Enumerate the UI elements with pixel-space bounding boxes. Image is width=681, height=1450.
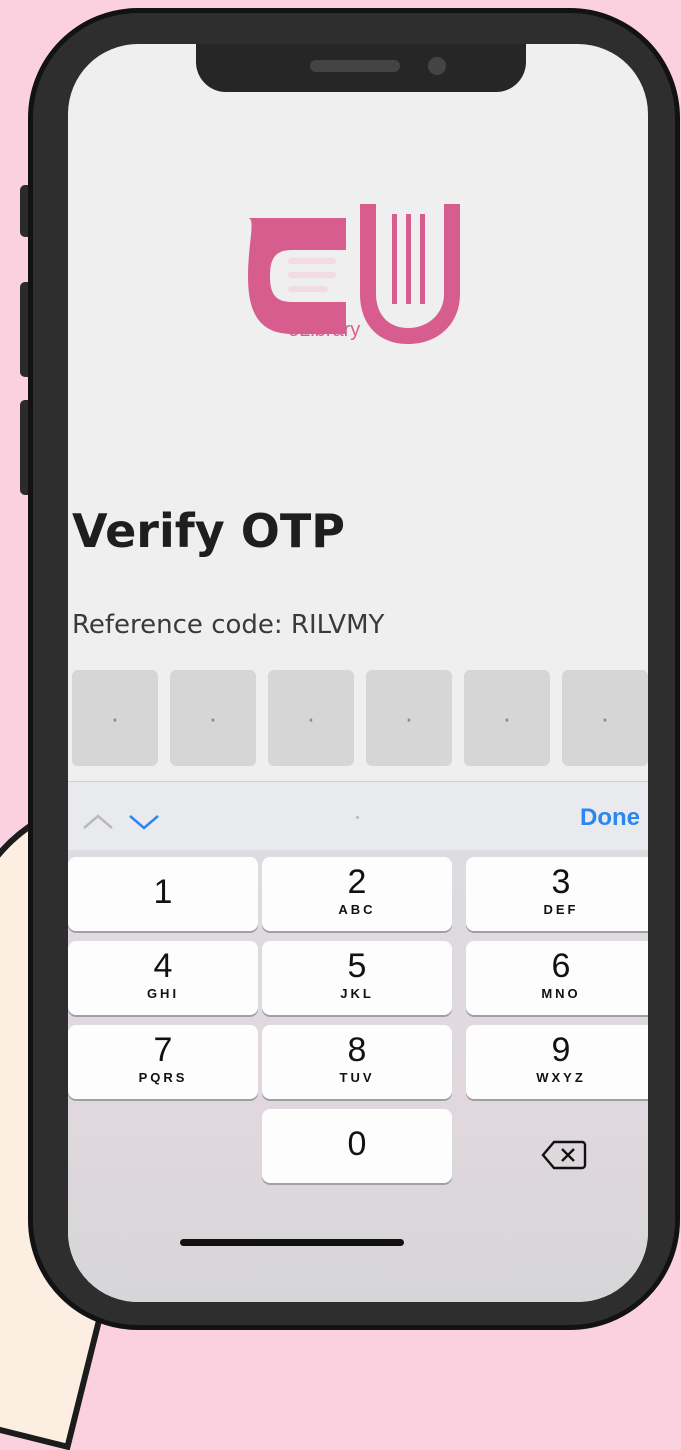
key-5[interactable]: 5 JKL [262, 941, 452, 1015]
key-9[interactable]: 9 WXYZ [466, 1025, 648, 1099]
reference-code-line: Reference code: RILVMY [72, 610, 384, 640]
chevron-up-icon[interactable] [80, 810, 116, 832]
key-4-letters: GHI [146, 986, 180, 1001]
key-2-number: 2 [347, 863, 367, 901]
key-7[interactable]: 7 PQRS [68, 1025, 258, 1099]
key-0-number: 0 [347, 1125, 367, 1163]
key-5-letters: JKL [340, 986, 374, 1001]
chevron-down-icon[interactable] [126, 810, 162, 832]
key-6[interactable]: 6 MNO [466, 941, 648, 1015]
key-6-letters: MNO [541, 986, 581, 1001]
key-7-number: 7 [153, 1031, 173, 1069]
reference-label: Reference code: [72, 610, 283, 640]
front-camera [428, 57, 446, 75]
numeric-keyboard: Done 1 2 ABC 3 DEF 4 GHI 5 JKL 6 MNO 7 P… [68, 781, 648, 1302]
backspace-icon[interactable] [540, 1138, 588, 1172]
key-8[interactable]: 8 TUV [262, 1025, 452, 1099]
home-indicator[interactable] [180, 1239, 404, 1246]
key-3-number: 3 [551, 863, 571, 901]
page-title: Verify OTP [72, 504, 345, 558]
key-1[interactable]: 1 [68, 857, 258, 931]
key-4[interactable]: 4 GHI [68, 941, 258, 1015]
otp-input-row: · · · · · · [72, 670, 648, 766]
logo-text: eLibrary [288, 319, 360, 341]
phone-screen: eLibrary Verify OTP Reference code: RILV… [68, 44, 648, 1302]
key-9-number: 9 [551, 1031, 571, 1069]
phone-notch [196, 44, 526, 92]
otp-digit-6[interactable]: · [562, 670, 648, 766]
key-8-letters: TUV [339, 1070, 375, 1085]
key-0[interactable]: 0 [262, 1109, 452, 1183]
keyboard-toolbar: Done [68, 781, 648, 850]
done-button[interactable]: Done [580, 804, 640, 832]
otp-digit-3[interactable]: · [268, 670, 354, 766]
speaker-grille [310, 60, 400, 72]
key-2-letters: ABC [338, 902, 376, 917]
key-3[interactable]: 3 DEF [466, 857, 648, 931]
key-1-number: 1 [153, 873, 173, 911]
otp-digit-5[interactable]: · [464, 670, 550, 766]
key-2[interactable]: 2 ABC [262, 857, 452, 931]
key-4-number: 4 [153, 947, 173, 985]
elibrary-logo: eLibrary [248, 204, 460, 344]
key-8-number: 8 [347, 1031, 367, 1069]
otp-digit-4[interactable]: · [366, 670, 452, 766]
key-3-letters: DEF [543, 902, 579, 917]
otp-digit-2[interactable]: · [170, 670, 256, 766]
key-7-letters: PQRS [138, 1070, 188, 1085]
toolbar-indicator-dot [356, 816, 359, 819]
key-5-number: 5 [347, 947, 367, 985]
key-6-number: 6 [551, 947, 571, 985]
key-9-letters: WXYZ [536, 1070, 586, 1085]
otp-digit-1[interactable]: · [72, 670, 158, 766]
reference-code: RILVMY [290, 610, 385, 640]
